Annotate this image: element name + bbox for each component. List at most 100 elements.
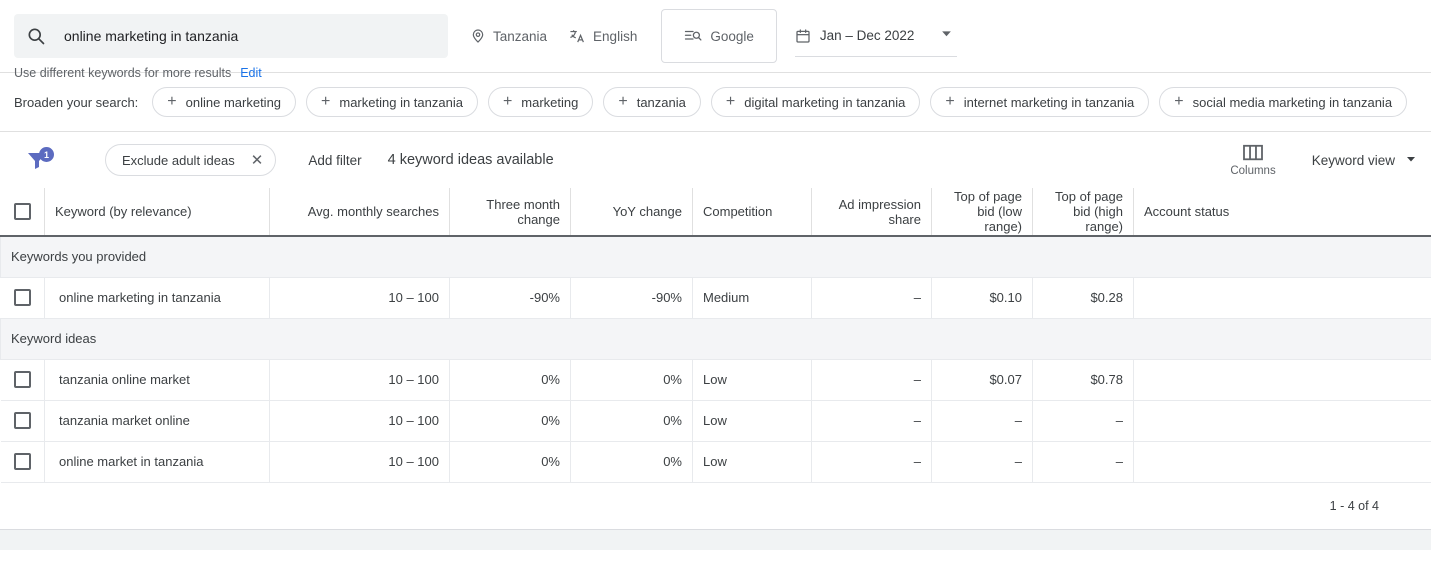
cell-top-bid-low: $0.10 — [931, 277, 1033, 319]
cell-competition: Low — [692, 359, 812, 401]
section-header-row: Keyword ideas — [0, 318, 1431, 360]
network-search-icon — [684, 27, 702, 45]
table-row[interactable]: tanzania online market 10 – 100 0% 0% Lo… — [0, 359, 1431, 401]
cell-ad-impression-share: – — [811, 277, 932, 319]
keyword-table-container: Keyword (by relevance) Avg. monthly sear… — [0, 188, 1431, 483]
broaden-chip[interactable]: + marketing in tanzania — [306, 87, 478, 117]
section-title: Keyword ideas — [0, 318, 1431, 360]
cell-account-status — [1133, 277, 1431, 319]
section-header-row: Keywords you provided — [0, 236, 1431, 278]
cell-competition: Low — [692, 441, 812, 483]
keyword-ideas-count: 4 keyword ideas available — [387, 152, 554, 168]
column-header-three-month-change[interactable]: Three month change — [449, 188, 571, 237]
broaden-chip[interactable]: + social media marketing in tanzania — [1159, 87, 1408, 117]
view-selector[interactable]: Keyword view — [1312, 153, 1417, 168]
broaden-chip[interactable]: + internet marketing in tanzania — [930, 87, 1150, 117]
cell-top-bid-low: – — [931, 441, 1033, 483]
search-hint-text: Use different keywords for more results — [14, 66, 232, 80]
location-pin-icon — [470, 28, 486, 44]
table-row[interactable]: tanzania market online 10 – 100 0% 0% Lo… — [0, 400, 1431, 442]
date-range-selector[interactable]: Jan – Dec 2022 — [794, 15, 958, 57]
row-checkbox[interactable] — [13, 412, 31, 430]
table-row[interactable]: online marketing in tanzania 10 – 100 -9… — [0, 277, 1431, 319]
plus-icon: + — [1174, 93, 1184, 110]
cell-keyword: online marketing in tanzania — [44, 277, 270, 319]
broaden-search-bar: Broaden your search: + online marketing … — [0, 73, 1431, 131]
table-header-row: Keyword (by relevance) Avg. monthly sear… — [0, 188, 1431, 237]
pagination-label: 1 - 4 of 4 — [1329, 498, 1379, 513]
broaden-chip-label: online marketing — [185, 94, 282, 110]
page-bottom-strip — [0, 529, 1431, 550]
search-field[interactable] — [14, 14, 448, 58]
column-header-account-status[interactable]: Account status — [1133, 188, 1431, 237]
chevron-down-icon — [1405, 153, 1417, 168]
plus-icon: + — [725, 93, 736, 110]
plus-icon: + — [321, 93, 331, 110]
filter-toolbar: 1 Exclude adult ideas ✕ Add filter 4 key… — [0, 132, 1431, 188]
row-select-cell — [0, 441, 45, 483]
broaden-chip-label: internet marketing in tanzania — [963, 94, 1135, 110]
column-header-top-bid-low[interactable]: Top of page bid (low range) — [931, 188, 1033, 237]
section-title: Keywords you provided — [0, 236, 1431, 278]
close-icon[interactable]: ✕ — [251, 153, 264, 168]
cell-ad-impression-share: – — [811, 359, 932, 401]
cell-ad-impression-share: – — [811, 441, 932, 483]
keyword-table-body: Keywords you provided online marketing i… — [0, 236, 1431, 483]
table-row[interactable]: online market in tanzania 10 – 100 0% 0%… — [0, 441, 1431, 483]
view-label: Keyword view — [1311, 152, 1395, 168]
keyword-planner-page: Tanzania English — [0, 0, 1431, 573]
broaden-chip[interactable]: + digital marketing in tanzania — [710, 87, 921, 117]
add-filter-button[interactable]: Add filter — [308, 153, 361, 168]
broaden-chip[interactable]: + tanzania — [603, 87, 701, 117]
column-header-competition[interactable]: Competition — [692, 188, 812, 237]
plus-icon: + — [502, 93, 513, 110]
cell-top-bid-low: – — [931, 400, 1033, 442]
cell-account-status — [1133, 400, 1431, 442]
row-select-cell — [0, 359, 45, 401]
search-network-selector[interactable]: Google — [661, 9, 777, 63]
chevron-down-icon — [914, 27, 953, 45]
plus-icon: + — [618, 93, 628, 110]
language-selector[interactable]: English — [569, 28, 637, 45]
select-all-checkbox[interactable] — [13, 203, 31, 221]
filter-funnel-button[interactable]: 1 — [14, 147, 60, 172]
cell-three-month-change: 0% — [449, 359, 571, 401]
location-label: Tanzania — [493, 28, 548, 44]
translate-icon — [569, 28, 586, 45]
plus-icon: + — [167, 93, 177, 110]
cell-yoy-change: -90% — [570, 277, 693, 319]
broaden-chip-label: social media marketing in tanzania — [1192, 94, 1393, 110]
active-filter-chip[interactable]: Exclude adult ideas ✕ — [105, 144, 277, 176]
cell-account-status — [1133, 441, 1431, 483]
search-input[interactable] — [62, 27, 436, 45]
cell-three-month-change: -90% — [449, 277, 571, 319]
table-footer: 1 - 4 of 4 — [0, 483, 1431, 530]
row-checkbox[interactable] — [13, 453, 31, 471]
location-selector[interactable]: Tanzania — [470, 28, 547, 44]
columns-button[interactable]: Columns — [1230, 144, 1276, 177]
column-header-ad-impression-share[interactable]: Ad impression share — [811, 188, 932, 237]
broaden-chip-label: digital marketing in tanzania — [744, 94, 906, 110]
column-header-keyword[interactable]: Keyword (by relevance) — [44, 188, 270, 237]
row-checkbox[interactable] — [13, 371, 31, 389]
columns-label: Columns — [1230, 164, 1276, 177]
column-header-top-bid-high[interactable]: Top of page bid (high range) — [1032, 188, 1134, 237]
column-header-avg-monthly-searches[interactable]: Avg. monthly searches — [269, 188, 450, 237]
search-toolbar: Tanzania English — [0, 0, 1431, 80]
cell-yoy-change: 0% — [570, 359, 693, 401]
broaden-chip[interactable]: + marketing — [487, 87, 594, 117]
cell-keyword: tanzania market online — [44, 400, 270, 442]
edit-keywords-link[interactable]: Edit — [240, 66, 262, 80]
cell-yoy-change: 0% — [570, 441, 693, 483]
cell-top-bid-high: – — [1032, 400, 1134, 442]
cell-three-month-change: 0% — [449, 441, 571, 483]
row-select-cell — [0, 277, 45, 319]
cell-keyword: tanzania online market — [44, 359, 270, 401]
row-checkbox[interactable] — [13, 289, 31, 307]
cell-top-bid-low: $0.07 — [931, 359, 1033, 401]
column-header-yoy-change[interactable]: YoY change — [570, 188, 693, 237]
broaden-chip[interactable]: + online marketing — [152, 87, 297, 117]
cell-top-bid-high: $0.78 — [1032, 359, 1134, 401]
cell-account-status — [1133, 359, 1431, 401]
cell-avg-monthly-searches: 10 – 100 — [269, 277, 450, 319]
